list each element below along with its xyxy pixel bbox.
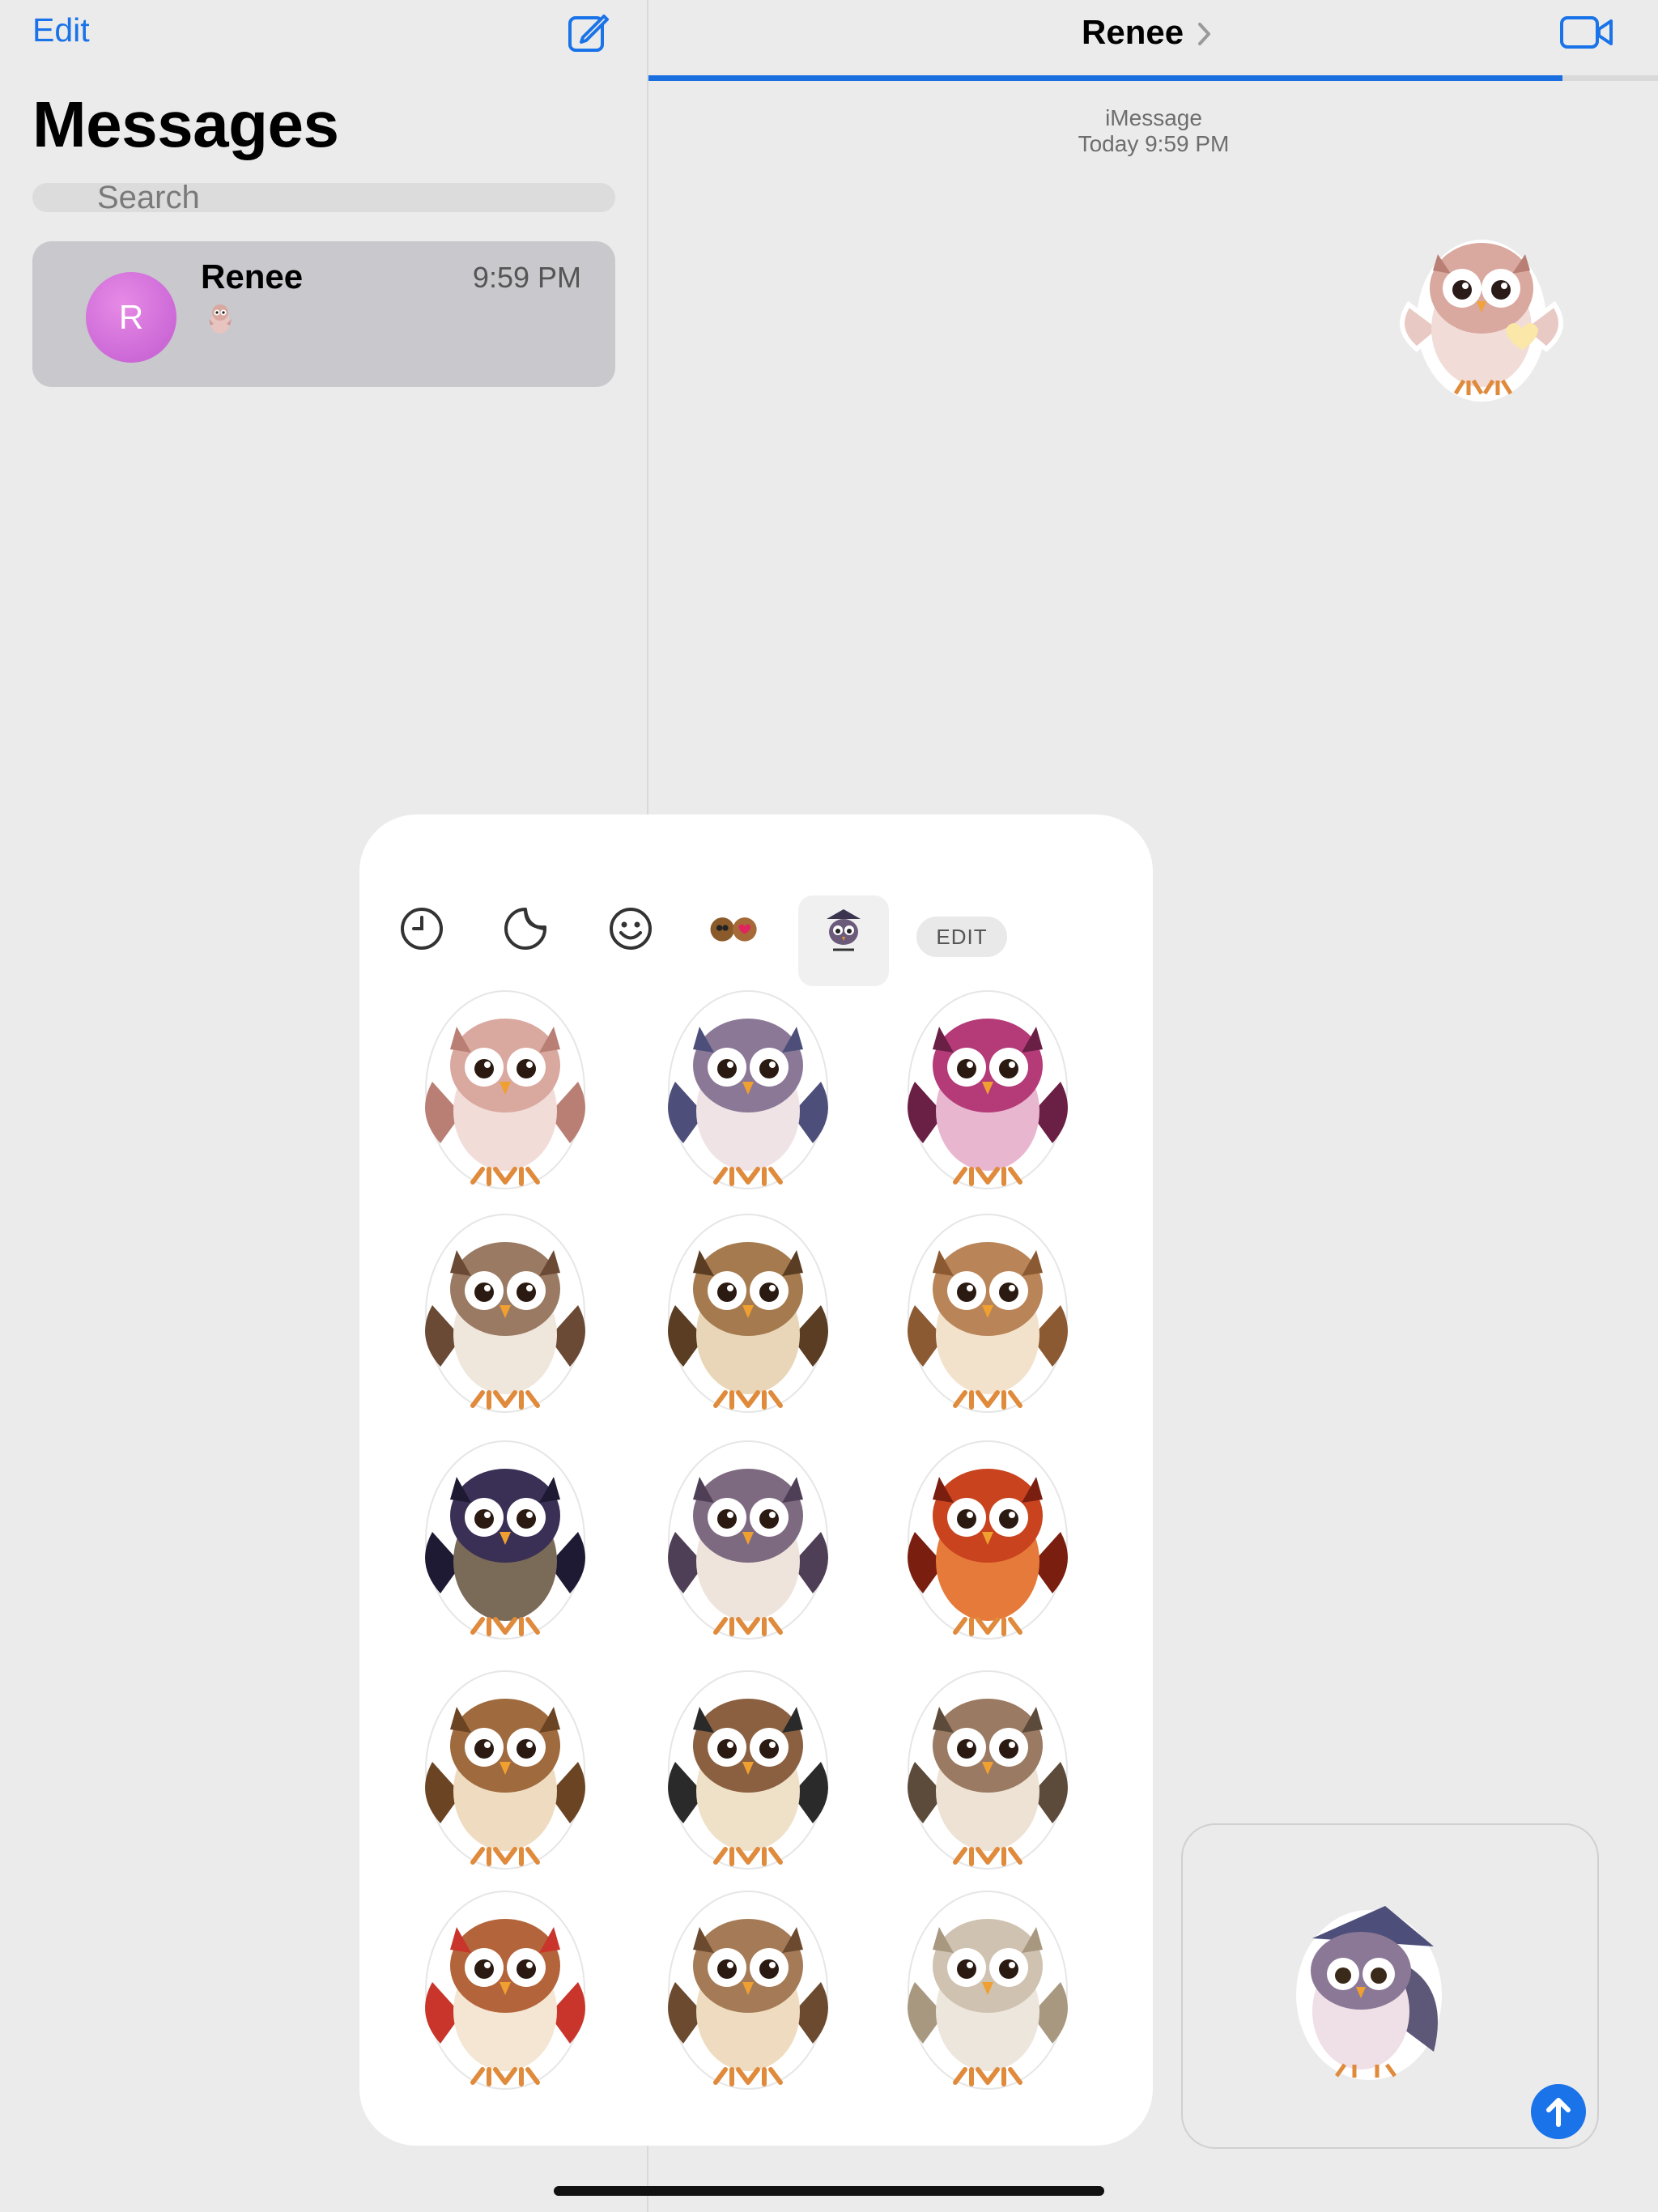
sticker-item[interactable] bbox=[635, 985, 861, 1195]
sticker-item[interactable] bbox=[392, 985, 619, 1195]
conversation-time: 9:59 PM bbox=[472, 261, 581, 294]
sticker-item[interactable] bbox=[874, 1885, 1101, 2095]
owl-sticker-icon bbox=[668, 1891, 828, 2090]
recent-clock-icon[interactable] bbox=[393, 900, 450, 957]
contact-name[interactable]: Renee bbox=[1082, 13, 1184, 52]
owl-sticker-icon bbox=[908, 1214, 1068, 1413]
compose-icon[interactable] bbox=[565, 10, 610, 55]
sticker-item[interactable] bbox=[635, 1435, 861, 1645]
emoji-smiley-icon[interactable] bbox=[602, 900, 659, 957]
owl-sticker-icon bbox=[668, 1214, 828, 1413]
sticker-drawer: EDIT bbox=[359, 815, 1153, 2146]
owl-sticker-icon bbox=[425, 1440, 585, 1640]
owl-pack-icon[interactable] bbox=[815, 900, 872, 957]
owl-sticker-icon bbox=[425, 1891, 585, 2090]
sticker-item[interactable] bbox=[635, 1885, 861, 2095]
send-progress-bar bbox=[648, 75, 1562, 81]
avatar: R bbox=[86, 272, 176, 363]
arrow-up-icon bbox=[1546, 2098, 1571, 2127]
chevron-right-icon[interactable] bbox=[1197, 21, 1213, 47]
pending-owl-sticker[interactable] bbox=[1280, 1890, 1458, 2084]
edit-button[interactable]: Edit bbox=[32, 11, 90, 49]
owl-sticker-icon bbox=[425, 1670, 585, 1870]
message-time: Today 9:59 PM bbox=[1078, 131, 1230, 156]
owl-sticker-icon bbox=[668, 1670, 828, 1870]
conversation-name: Renee bbox=[201, 257, 304, 296]
home-indicator[interactable] bbox=[554, 2186, 1104, 2196]
page-title: Messages bbox=[32, 88, 339, 160]
sticker-item[interactable] bbox=[874, 1208, 1101, 1419]
search-field[interactable]: Search bbox=[32, 180, 615, 215]
service-label: iMessage bbox=[1105, 105, 1202, 130]
owl-sticker-icon bbox=[425, 1214, 585, 1413]
sticker-item[interactable] bbox=[392, 1208, 619, 1419]
search-placeholder: Search bbox=[97, 180, 200, 215]
sticker-item[interactable] bbox=[392, 1435, 619, 1645]
owl-sticker-icon bbox=[908, 1891, 1068, 2090]
video-camera-icon[interactable] bbox=[1559, 15, 1614, 50]
sticker-item[interactable] bbox=[635, 1208, 861, 1419]
sticker-item[interactable] bbox=[392, 1885, 619, 2095]
edit-stickers-button[interactable]: EDIT bbox=[916, 917, 1007, 957]
compose-preview[interactable] bbox=[1181, 1823, 1599, 2149]
owl-sticker-icon bbox=[668, 990, 828, 1189]
owl-sticker-icon bbox=[908, 990, 1068, 1189]
sticker-item[interactable] bbox=[635, 1665, 861, 1875]
owl-sticker-icon bbox=[209, 304, 232, 334]
sticker-item[interactable] bbox=[874, 985, 1101, 1195]
sticker-item[interactable] bbox=[874, 1665, 1101, 1875]
owl-sticker-icon bbox=[425, 990, 585, 1189]
owl-sticker-icon bbox=[908, 1440, 1068, 1640]
memoji-pack-icon[interactable] bbox=[706, 900, 763, 957]
owl-sticker-icon bbox=[668, 1440, 828, 1640]
sticker-item[interactable] bbox=[392, 1665, 619, 1875]
stickers-peel-icon[interactable] bbox=[497, 900, 554, 957]
sent-owl-sticker[interactable] bbox=[1384, 207, 1579, 410]
thread-timestamp: iMessage Today 9:59 PM bbox=[1052, 105, 1255, 157]
send-progress-track bbox=[1562, 75, 1658, 81]
sticker-item[interactable] bbox=[874, 1435, 1101, 1645]
send-button[interactable] bbox=[1531, 2084, 1586, 2139]
conversation-row[interactable]: R Renee 9:59 PM bbox=[32, 241, 615, 387]
owl-sticker-icon bbox=[908, 1670, 1068, 1870]
